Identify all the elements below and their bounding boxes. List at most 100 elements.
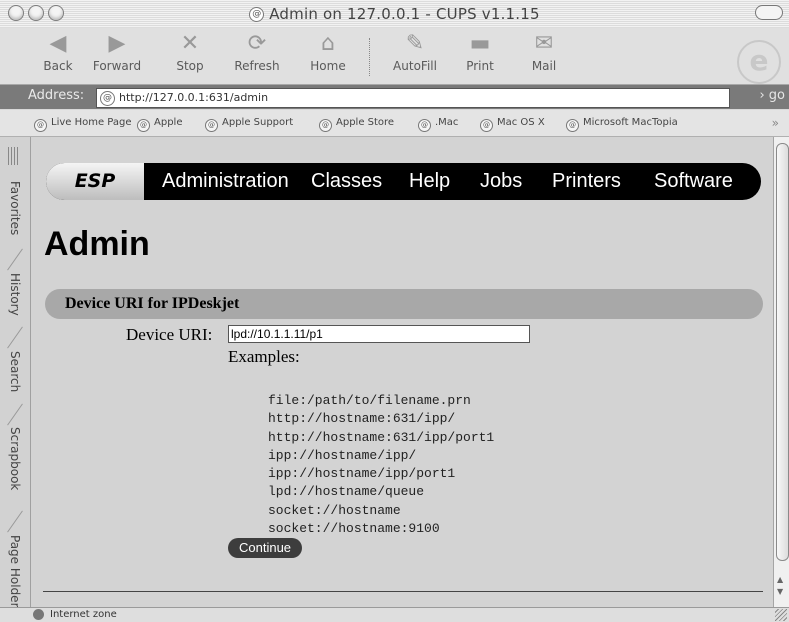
sidebar-tab-scrapbook[interactable]: Scrapbook xyxy=(8,427,22,490)
nav-software[interactable]: Software xyxy=(654,163,733,200)
browser-toolbar: ◀ Back ▶ Forward ✕ Stop ⟳ Refresh ⌂ Home… xyxy=(0,28,789,85)
security-zone-text: Internet zone xyxy=(50,609,117,620)
nav-jobs[interactable]: Jobs xyxy=(480,163,522,200)
browser-logo-icon: e xyxy=(737,40,781,84)
esp-logo[interactable]: ESP xyxy=(46,163,144,200)
favorite-mac-os-x[interactable]: @ Mac OS X xyxy=(480,117,545,132)
back-button[interactable]: ◀ Back xyxy=(30,31,86,73)
favorite-label: Microsoft MacTopia xyxy=(583,117,678,128)
window-title: Admin on 127.0.0.1 - CUPS v1.1.15 xyxy=(269,5,540,23)
home-label: Home xyxy=(310,59,346,73)
example-uri: ipp://hostname/ipp/ xyxy=(268,447,417,463)
mail-label: Mail xyxy=(531,59,557,73)
sidebar-tab-history[interactable]: History xyxy=(8,273,22,316)
address-bar: Address: @ http://127.0.0.1:631/admin › … xyxy=(0,85,789,109)
nav-help[interactable]: Help xyxy=(409,163,450,200)
page-at-icon: @ xyxy=(34,119,47,132)
sidebar-tab-divider xyxy=(7,510,23,533)
toolbar-separator xyxy=(369,38,370,76)
page-at-icon: @ xyxy=(100,91,115,106)
scroll-up-arrow-icon[interactable]: ▲ xyxy=(777,575,783,584)
favorite-live-home-page[interactable]: @ Live Home Page xyxy=(34,117,132,132)
autofill-button[interactable]: ✎ AutoFill xyxy=(387,31,443,73)
example-uri: http://hostname:631/ipp/port1 xyxy=(268,429,495,445)
printer-icon: ▬ xyxy=(469,31,491,56)
autofill-label: AutoFill xyxy=(393,59,437,73)
back-label: Back xyxy=(43,59,73,73)
continue-button[interactable]: Continue xyxy=(228,538,303,558)
example-uri: lpd://hostname/queue xyxy=(268,484,425,500)
go-label: go xyxy=(768,88,785,103)
scroll-down-arrow-icon[interactable]: ▼ xyxy=(777,587,783,596)
back-arrow-icon: ◀ xyxy=(49,31,67,56)
refresh-label: Refresh xyxy=(234,59,280,73)
stop-label: Stop xyxy=(176,59,204,73)
stop-x-icon: ✕ xyxy=(180,31,200,56)
page-at-icon: @ xyxy=(566,119,579,132)
toolbar-toggle-button[interactable] xyxy=(755,5,783,20)
address-input[interactable]: @ http://127.0.0.1:631/admin xyxy=(96,88,730,108)
device-uri-input[interactable]: lpd://10.1.1.11/p1 xyxy=(228,325,530,343)
status-bar: Internet zone xyxy=(0,607,789,622)
device-uri-label: Device URI: xyxy=(126,325,213,344)
go-button[interactable]: › go xyxy=(759,88,785,103)
favorite-apple[interactable]: @ Apple xyxy=(137,117,182,132)
examples-list: file:/path/to/filename.prn http://hostna… xyxy=(268,392,494,538)
favorite-apple-store[interactable]: @ Apple Store xyxy=(319,117,394,132)
vertical-scrollbar[interactable]: ▲ ▼ xyxy=(773,137,789,607)
page-at-icon: @ xyxy=(480,119,493,132)
section-title: Device URI for IPDeskjet xyxy=(65,295,240,312)
page-at-icon: @ xyxy=(418,119,431,132)
nav-administration[interactable]: Administration xyxy=(162,163,289,200)
home-button[interactable]: ⌂ Home xyxy=(300,31,356,73)
sidebar-tab-divider xyxy=(7,248,23,271)
print-label: Print xyxy=(466,59,494,73)
mail-envelope-icon: ✉ xyxy=(534,31,554,56)
favorite-label: Live Home Page xyxy=(51,117,132,128)
sidebar-tab-search[interactable]: Search xyxy=(8,351,22,392)
sidebar-tab-divider xyxy=(7,326,23,349)
sidebar-grip-icon[interactable] xyxy=(8,147,20,165)
page-at-icon: @ xyxy=(249,6,265,22)
address-label: Address: xyxy=(28,88,85,103)
favorite-apple-support[interactable]: @ Apple Support xyxy=(205,117,293,132)
scrollbar-thumb[interactable] xyxy=(776,143,789,561)
refresh-button[interactable]: ⟳ Refresh xyxy=(229,31,285,73)
nav-printers[interactable]: Printers xyxy=(552,163,621,200)
favorite-microsoft-mactopia[interactable]: @ Microsoft MacTopia xyxy=(566,117,678,132)
sidebar-tab-page-holder[interactable]: Page Holder xyxy=(8,535,22,608)
sidebar-tab-favorites[interactable]: Favorites xyxy=(8,181,22,235)
address-url: http://127.0.0.1:631/admin xyxy=(119,91,269,104)
example-uri: file:/path/to/filename.prn xyxy=(268,393,471,408)
examples-label: Examples: xyxy=(228,347,300,366)
favorites-bar: @ Live Home Page @ Apple @ Apple Support @ A… xyxy=(0,110,789,137)
stop-button[interactable]: ✕ Stop xyxy=(162,31,218,73)
favorite-dotmac[interactable]: @ .Mac xyxy=(418,117,458,132)
example-uri: socket://hostname xyxy=(268,502,401,518)
favorites-overflow-icon[interactable]: » xyxy=(772,116,779,130)
footer-divider xyxy=(43,591,763,592)
forward-button[interactable]: ▶ Forward xyxy=(89,31,145,73)
resize-grip-icon[interactable] xyxy=(775,609,787,621)
favorite-label: Mac OS X xyxy=(497,117,545,128)
forward-label: Forward xyxy=(92,59,142,73)
page-at-icon: @ xyxy=(205,119,218,132)
window-titlebar[interactable]: @ Admin on 127.0.0.1 - CUPS v1.1.15 xyxy=(0,0,789,29)
example-uri: http://hostname:631/ipp/ xyxy=(268,411,456,427)
mail-button[interactable]: ✉ Mail xyxy=(516,31,572,73)
example-uri: socket://hostname:9100 xyxy=(268,521,440,537)
page-at-icon: @ xyxy=(137,119,150,132)
nav-classes[interactable]: Classes xyxy=(311,163,382,200)
explorer-sidebar: Favorites History Search Scrapbook Page … xyxy=(0,137,31,608)
page-at-icon: @ xyxy=(319,119,332,132)
autofill-icon: ✎ xyxy=(405,31,425,56)
favorite-label: Apple xyxy=(154,117,183,128)
page-title: Admin xyxy=(44,225,150,263)
forward-arrow-icon: ▶ xyxy=(108,31,126,56)
favorite-label: Apple Support xyxy=(222,117,294,128)
favorite-label: Apple Store xyxy=(336,117,395,128)
print-button[interactable]: ▬ Print xyxy=(452,31,508,73)
home-icon: ⌂ xyxy=(321,31,335,56)
page-content: ESP Administration Classes Help Jobs Pri… xyxy=(31,137,773,607)
cups-navbar: ESP Administration Classes Help Jobs Pri… xyxy=(46,163,761,200)
